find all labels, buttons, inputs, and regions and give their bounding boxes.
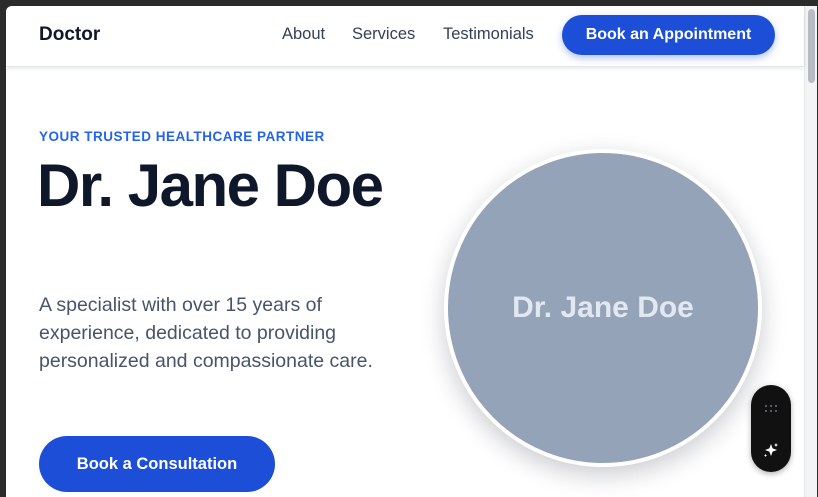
nav-link-testimonials[interactable]: Testimonials (443, 25, 534, 44)
drag-handle-icon[interactable] (765, 405, 777, 413)
browser-viewport: Doctor About Services Testimonials Book … (6, 6, 817, 497)
portrait-label: Dr. Jane Doe (512, 291, 694, 324)
book-appointment-button[interactable]: Book an Appointment (562, 15, 775, 55)
sparkle-icon[interactable] (762, 441, 780, 459)
site-header: Doctor About Services Testimonials Book … (6, 6, 804, 67)
scrollbar-thumb[interactable] (808, 9, 815, 83)
hero-description: A specialist with over 15 years of exper… (39, 294, 373, 372)
page-scrollbar[interactable] (804, 6, 817, 497)
nav-link-services[interactable]: Services (352, 25, 415, 44)
brand-logo[interactable]: Doctor (39, 24, 100, 46)
doctor-portrait-placeholder: Dr. Jane Doe (444, 149, 762, 467)
floating-assistant-widget[interactable] (751, 385, 791, 472)
hero-title: Dr. Jane Doe (37, 152, 384, 219)
book-consultation-button[interactable]: Book a Consultation (39, 436, 275, 492)
nav-link-about[interactable]: About (282, 25, 325, 44)
hero-tagline: YOUR TRUSTED HEALTHCARE PARTNER (39, 129, 325, 144)
